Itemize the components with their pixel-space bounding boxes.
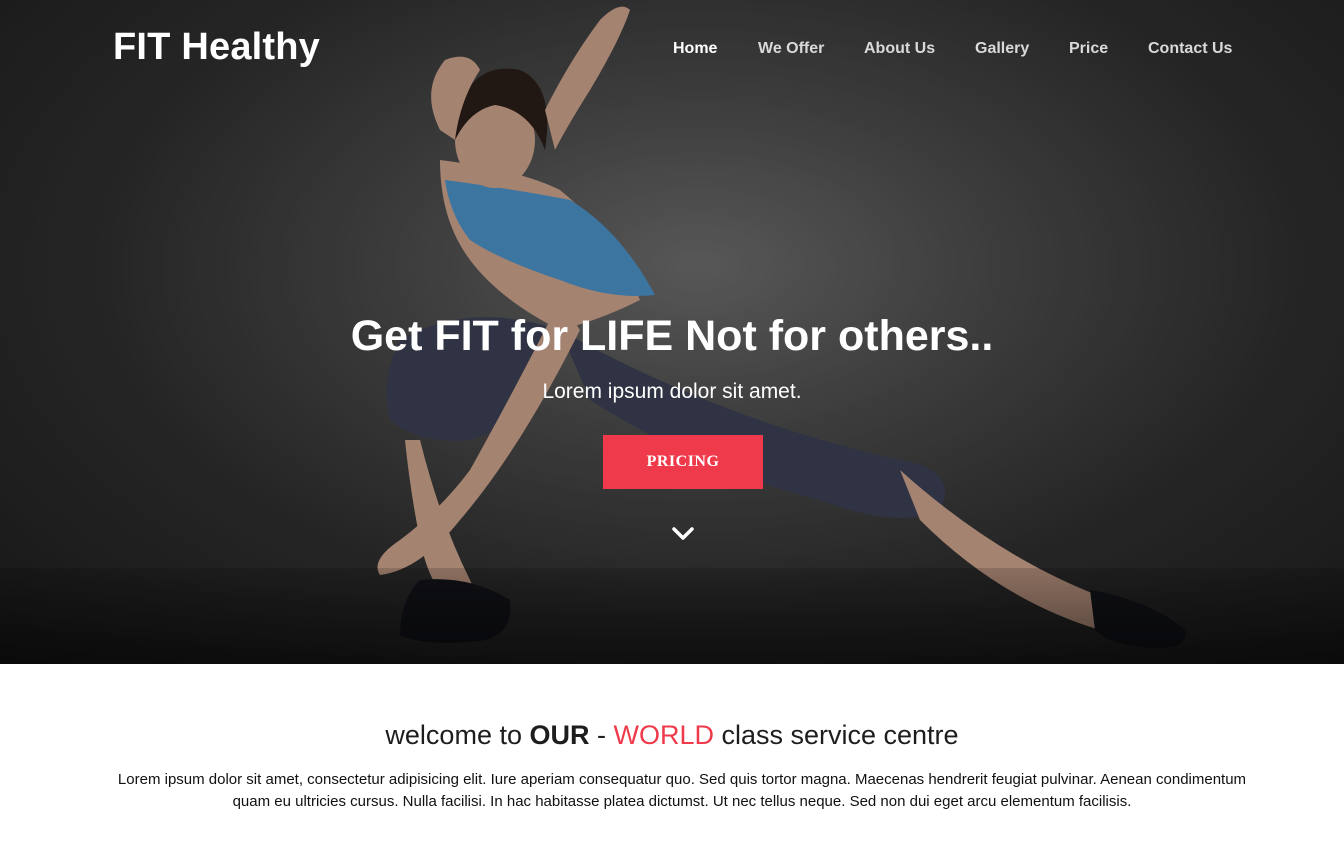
hero-subtitle: Lorem ipsum dolor sit amet.	[542, 380, 802, 403]
pricing-button[interactable]: PRICING	[603, 435, 763, 489]
welcome-text-end: class service centre	[713, 720, 959, 750]
nav-item-gallery[interactable]: Gallery	[975, 40, 1029, 58]
welcome-heading: welcome to OUR - WORLD class service cen…	[0, 720, 1344, 751]
welcome-body-text: Lorem ipsum dolor sit amet, consectetur …	[117, 771, 1247, 810]
nav-item-we-offer[interactable]: We Offer	[758, 40, 824, 58]
nav-item-home[interactable]: Home	[673, 40, 717, 58]
hero-title: Get FIT for LIFE Not for others..	[350, 312, 994, 360]
welcome-text-our: OUR	[529, 720, 590, 750]
welcome-text-world: WORLD	[613, 720, 714, 750]
nav-item-contact-us[interactable]: Contact Us	[1148, 40, 1232, 58]
hero-section: FIT Healthy Home We Offer About Us Galle…	[0, 0, 1344, 664]
nav-item-about-us[interactable]: About Us	[864, 40, 935, 58]
nav-item-price[interactable]: Price	[1069, 40, 1108, 58]
main-nav: Home We Offer About Us Gallery Price Con…	[0, 40, 1344, 60]
welcome-text-dash: -	[589, 720, 614, 750]
chevron-down-icon[interactable]	[671, 524, 695, 544]
welcome-text-1: welcome to	[385, 720, 530, 750]
